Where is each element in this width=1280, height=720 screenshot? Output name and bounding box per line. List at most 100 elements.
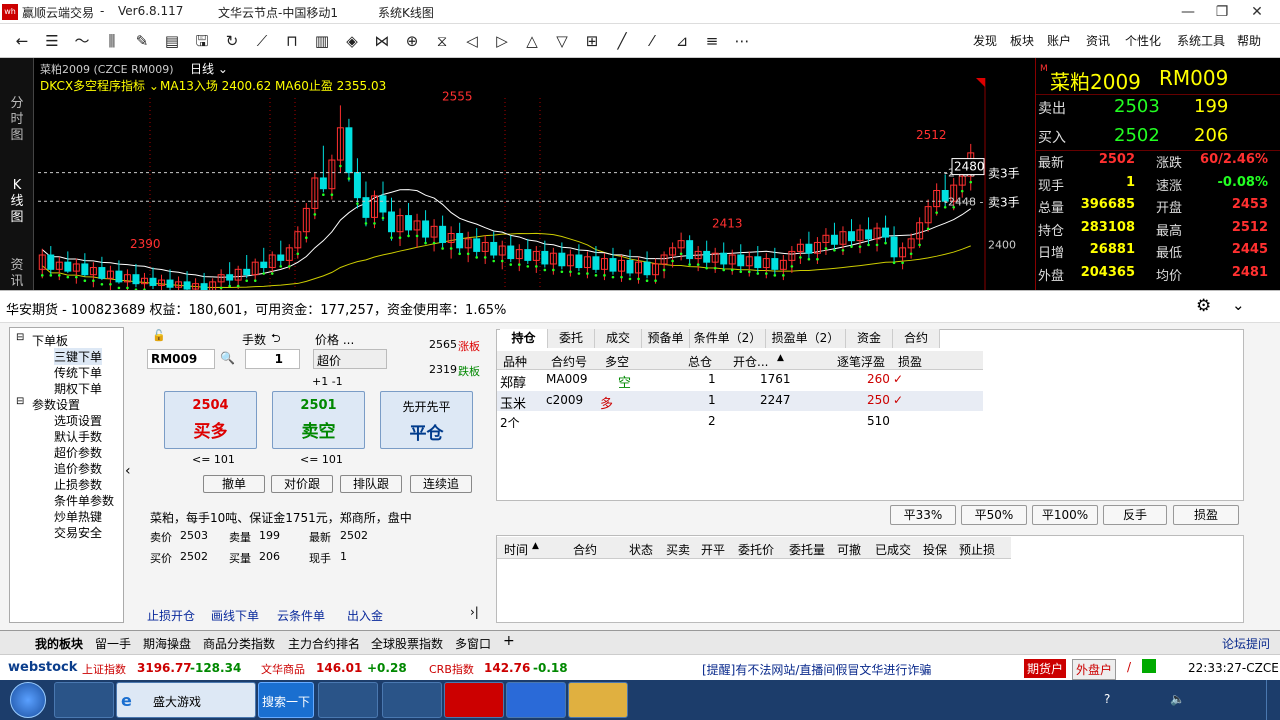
overlay-icon[interactable]: ⊕ (402, 31, 422, 51)
indicator-icon[interactable]: ◈ (342, 31, 362, 51)
kline-icon[interactable]: ⫼ (102, 31, 122, 51)
menu-item-1[interactable]: 板块 (1010, 32, 1034, 49)
bottom-tab[interactable]: 留一手 (95, 635, 131, 652)
tree-item[interactable]: 止损参数 (54, 476, 102, 493)
table-header-cell[interactable]: 合约号 (551, 353, 587, 370)
orders-header-cell[interactable]: 投保 (923, 541, 947, 558)
qty-mode-icon[interactable]: ⮌ (271, 329, 281, 350)
settings-gear-icon[interactable]: ⚙ (1196, 296, 1211, 316)
position-tab[interactable]: 合约 (893, 329, 940, 348)
order-action-button[interactable]: 排队跟 (340, 475, 402, 493)
orders-header-cell[interactable]: 开平 (701, 541, 725, 558)
table-header-cell[interactable]: 逐笔浮盈 (837, 353, 885, 370)
tree-item[interactable]: 默认手数 (54, 428, 102, 445)
taskbar-app-1-icon[interactable] (54, 682, 114, 718)
tree-item[interactable]: 条件单参数 (54, 492, 114, 509)
orders-header-cell[interactable]: 状态 (629, 541, 653, 558)
more-icon[interactable]: ⋯ (732, 31, 752, 51)
refresh-icon[interactable]: ↻ (222, 31, 242, 51)
taskbar-ie-window[interactable]: e 盛大游戏 (116, 682, 256, 718)
taskbar-app-3-icon[interactable] (318, 682, 378, 718)
bottom-tab[interactable]: 商品分类指数 (203, 635, 275, 652)
tree-item[interactable]: 传统下单 (54, 364, 102, 381)
search-icon[interactable]: 🔍 (220, 351, 235, 365)
menu-item-3[interactable]: 资讯 (1086, 32, 1110, 49)
list-icon[interactable]: ☰ (42, 31, 62, 51)
arrow-right-icon[interactable]: ▷ (492, 31, 512, 51)
order-link[interactable]: 出入金 (347, 607, 383, 624)
orders-header-cell[interactable]: 已成交 (875, 541, 911, 558)
order-action-button[interactable]: 对价跟 (271, 475, 333, 493)
bottom-tab[interactable]: 多窗口 (455, 635, 491, 652)
add-tab-icon[interactable]: + (503, 633, 515, 649)
bottom-tab[interactable]: 主力合约排名 (288, 635, 360, 652)
table-header-cell[interactable]: 总仓 (688, 353, 712, 370)
tree-item[interactable]: 选项设置 (54, 412, 102, 429)
orders-header-cell[interactable]: 委托价 (738, 541, 774, 558)
taskbar-wh6-icon[interactable] (444, 682, 504, 718)
table-header-cell[interactable]: 多空 (605, 353, 629, 370)
futures-account-button[interactable]: 期货户 (1024, 659, 1067, 678)
menu-item-4[interactable]: 个性化 (1125, 32, 1161, 49)
tree-item[interactable]: 炒单热键 (54, 508, 102, 525)
qty-stepper[interactable]: 1 (245, 349, 300, 369)
taskbar-search-button[interactable]: 搜索一下 (258, 682, 314, 718)
position-tab[interactable]: 持仓 (500, 329, 548, 348)
orders-header-cell[interactable]: 预止损 (959, 541, 995, 558)
quick-close-button[interactable]: 反手 (1103, 505, 1167, 525)
taskbar-app-4-icon[interactable] (382, 682, 442, 718)
position-tab[interactable]: 条件单（2） (690, 329, 766, 348)
side-tab-news[interactable]: 资讯 (6, 258, 28, 290)
orders-header-cell[interactable]: 合约 (573, 541, 597, 558)
taskbar-app-6-icon[interactable] (506, 682, 566, 718)
check-icon[interactable]: ✓ (893, 372, 903, 386)
taskbar-folder-icon[interactable] (568, 682, 628, 718)
position-tab[interactable]: 损盈单（2） (766, 329, 846, 348)
trend-icon[interactable]: ⟋ (252, 31, 272, 51)
table-header-cell[interactable]: 品种 (503, 353, 527, 370)
arrow-down-icon[interactable]: ▽ (552, 31, 572, 51)
orders-header-cell[interactable]: 买卖 (666, 541, 690, 558)
tree-item[interactable]: 三键下单 (54, 348, 103, 365)
brush-icon[interactable]: ⁄ (642, 31, 662, 51)
foreign-account-button[interactable]: 外盘户 (1072, 659, 1117, 680)
price-mode-select[interactable]: 超价 (313, 349, 387, 369)
draw-icon[interactable]: ✎ (132, 31, 152, 51)
show-desktop-button[interactable] (1266, 680, 1280, 720)
close-position-button[interactable]: 先开先平 平仓 (380, 391, 473, 449)
lock-icon[interactable]: 🔓 (152, 329, 166, 342)
collapse-chevron-icon[interactable]: ⌄ (1232, 296, 1245, 314)
minimize-icon[interactable]: — (1177, 2, 1199, 22)
position-tab[interactable]: 委托 (548, 329, 595, 348)
fraud-notice[interactable]: [提醒]有不法网站/直播间假冒文华进行诈骗 (702, 661, 931, 678)
tray-volume-icon[interactable]: 🔈 (1170, 692, 1185, 706)
menu-item-5[interactable]: 系统工具 (1177, 32, 1225, 49)
collapse-left-icon[interactable]: ‹ (125, 463, 131, 479)
bar-icon[interactable]: ▥ (312, 31, 332, 51)
compare-icon[interactable]: ⋈ (372, 31, 392, 51)
table-header-cell[interactable]: 损盈 (898, 353, 922, 370)
tree-item[interactable]: 交易安全 (54, 524, 102, 541)
line-chart-icon[interactable]: 〜 (72, 31, 92, 51)
maximize-icon[interactable]: ❐ (1211, 2, 1233, 22)
sell-short-button[interactable]: 2501 卖空 (272, 391, 365, 449)
order-link[interactable]: 画线下单 (211, 607, 259, 624)
cycle-icon[interactable]: ⧖ (432, 31, 452, 51)
tree-toggle-icon[interactable]: ⊟ (16, 332, 24, 343)
order-action-button[interactable]: 连续追 (410, 475, 472, 493)
text-icon[interactable]: ≡ (702, 31, 722, 51)
quick-close-button[interactable]: 平50% (961, 505, 1027, 525)
check-icon[interactable]: ✓ (893, 393, 903, 407)
expand-right-icon[interactable]: ›| (470, 605, 479, 619)
order-link[interactable]: 止损开仓 (147, 607, 195, 624)
save-icon[interactable]: 🖫 (192, 31, 212, 51)
menu-item-6[interactable]: 帮助 (1237, 32, 1261, 49)
close-icon[interactable]: ✕ (1246, 2, 1268, 22)
tree-item[interactable]: 追价参数 (54, 460, 102, 477)
quick-close-button[interactable]: 损盈 (1173, 505, 1239, 525)
layout-icon[interactable]: ⊞ (582, 31, 602, 51)
orders-header-cell[interactable]: 可撤 (837, 541, 861, 558)
pen-icon[interactable]: ╱ (612, 31, 632, 51)
tray-help-icon[interactable]: ? (1104, 692, 1110, 706)
kline-chart-area[interactable]: 菜粕2009 (CZCE RM009) 日线 ⌄ DKCX多空程序指标 ⌄ MA13入… (0, 58, 1035, 290)
